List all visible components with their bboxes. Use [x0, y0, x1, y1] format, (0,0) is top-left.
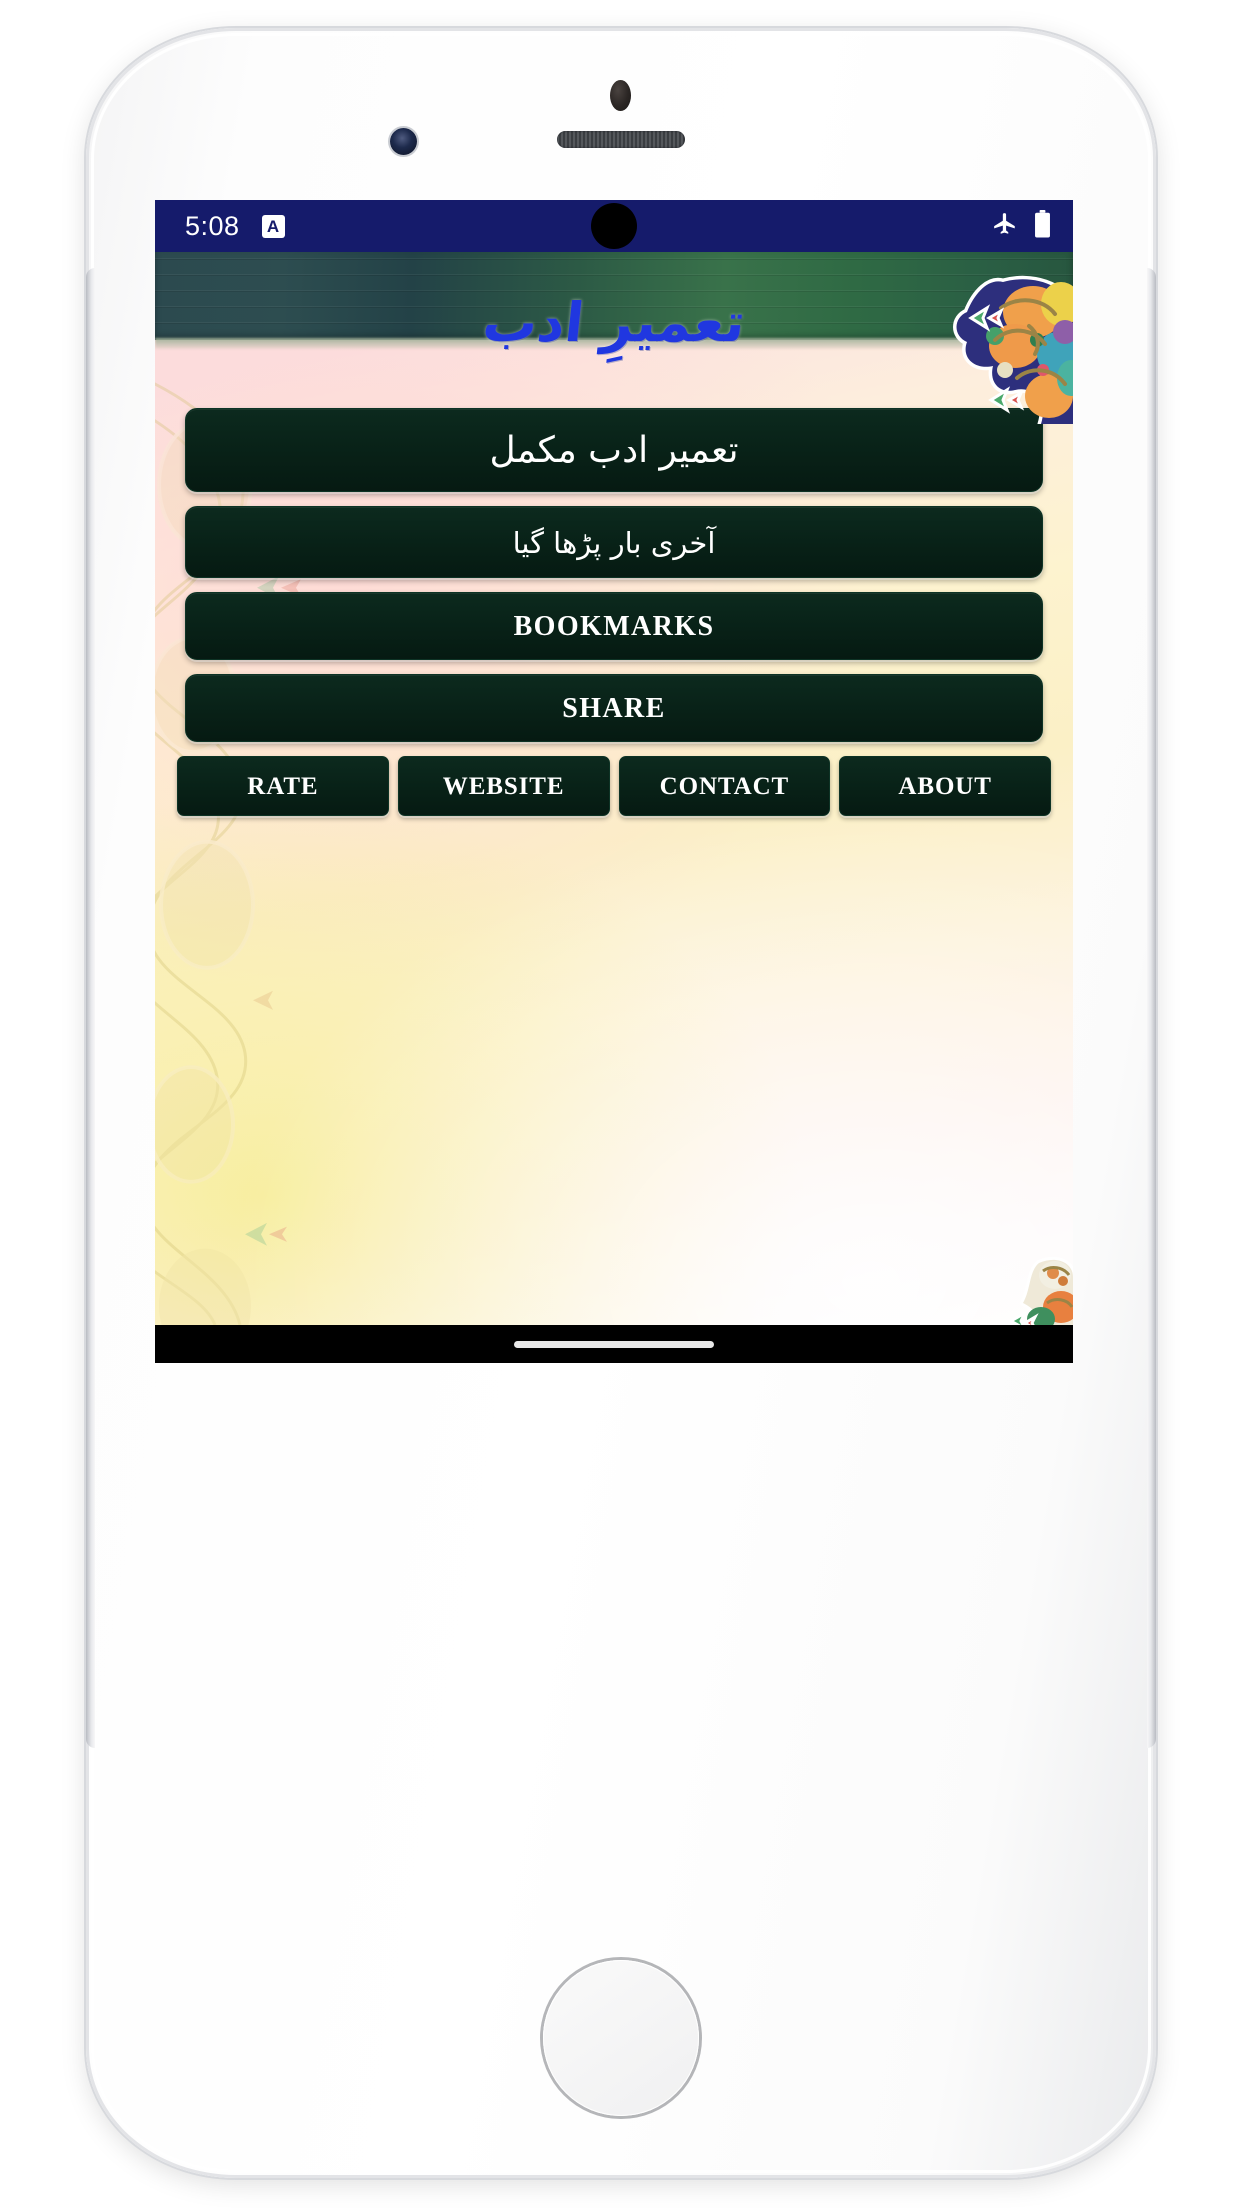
phone-left-edge [86, 268, 95, 1748]
button-share[interactable]: SHARE [185, 674, 1043, 742]
status-bar-left: 5:08 A [185, 211, 285, 242]
android-navigation-bar [155, 1325, 1073, 1363]
button-full-book[interactable]: تعمیر ادب مکمل [185, 408, 1043, 492]
earpiece-speaker-icon [557, 131, 685, 148]
quick-actions-row: RATE WEBSITE CONTACT ABOUT [155, 756, 1073, 816]
airplane-mode-icon [992, 211, 1018, 242]
app-content-area: تعمیرِ ادب تعمیر ادب مکمل آخری بار پڑھا … [155, 252, 1073, 1325]
header-banner [155, 252, 1073, 340]
phone-device-frame: 5:08 A تعمیرِ ادب تعمیر ادب مکمل آخری با… [86, 28, 1156, 2178]
home-button[interactable] [543, 1960, 699, 2116]
button-contact[interactable]: CONTACT [618, 756, 831, 816]
button-last-read[interactable]: آخری بار پڑھا گیا [185, 506, 1043, 578]
ornament-bottom-right-icon [993, 1245, 1073, 1325]
button-bookmarks[interactable]: BOOKMARKS [185, 592, 1043, 660]
camera-cutout [591, 203, 637, 249]
phone-right-edge [1147, 268, 1156, 1748]
battery-icon [1034, 209, 1051, 243]
phone-screen: 5:08 A تعمیرِ ادب تعمیر ادب مکمل آخری با… [155, 200, 1073, 1363]
status-bar: 5:08 A [155, 200, 1073, 252]
proximity-sensor-icon [610, 80, 631, 111]
status-bar-right [992, 209, 1051, 243]
home-indicator-icon[interactable] [514, 1340, 714, 1348]
front-camera-icon [390, 128, 417, 155]
button-about[interactable]: ABOUT [839, 756, 1051, 816]
notification-badge-icon: A [261, 214, 285, 238]
button-rate[interactable]: RATE [177, 756, 389, 816]
main-menu: تعمیر ادب مکمل آخری بار پڑھا گیا BOOKMAR… [155, 340, 1073, 742]
status-time: 5:08 [185, 210, 240, 241]
button-website[interactable]: WEBSITE [397, 756, 610, 816]
